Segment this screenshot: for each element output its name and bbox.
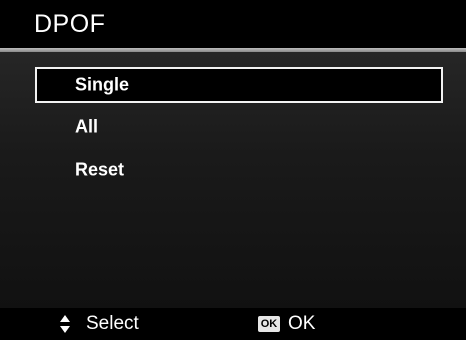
ok-hint-label: OK	[288, 313, 316, 334]
title-bar: DPOF	[0, 0, 466, 48]
menu-item-single[interactable]: Single	[35, 67, 443, 103]
up-down-arrows-icon	[58, 314, 72, 334]
menu-item-label: Reset	[75, 159, 125, 180]
menu-list: Single All Reset	[0, 52, 466, 308]
menu-item-label: All	[75, 116, 99, 137]
ok-hint: OK OK	[258, 308, 315, 340]
ok-button-icon: OK	[258, 316, 280, 332]
page-title: DPOF	[34, 10, 106, 38]
menu-item-all[interactable]: All	[35, 109, 443, 145]
footer-bar: Select OK OK	[0, 308, 466, 340]
camera-menu-screen: DPOF Single All Reset Select OK OK	[0, 0, 466, 340]
menu-item-label: Single	[75, 74, 130, 95]
select-hint-label: Select	[86, 313, 139, 334]
menu-item-reset[interactable]: Reset	[35, 152, 443, 188]
select-hint: Select	[58, 308, 139, 340]
